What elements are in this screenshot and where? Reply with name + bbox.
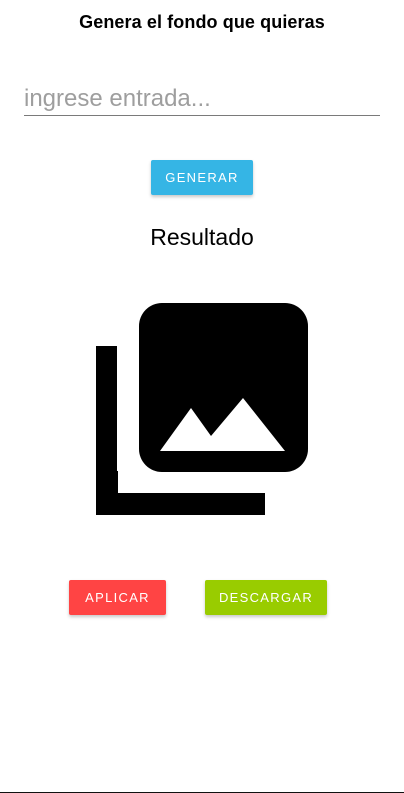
apply-button[interactable]: APLICAR bbox=[69, 580, 166, 615]
generate-button[interactable]: GENERAR bbox=[151, 160, 253, 195]
image-collection-icon bbox=[96, 303, 308, 515]
prompt-input[interactable] bbox=[24, 82, 380, 115]
app-screen: Genera el fondo que quieras GENERAR Resu… bbox=[0, 0, 404, 793]
prompt-field[interactable] bbox=[24, 82, 380, 116]
page-title: Genera el fondo que quieras bbox=[79, 12, 325, 32]
download-button[interactable]: DESCARGAR bbox=[205, 580, 327, 615]
result-title: Resultado bbox=[150, 224, 254, 250]
